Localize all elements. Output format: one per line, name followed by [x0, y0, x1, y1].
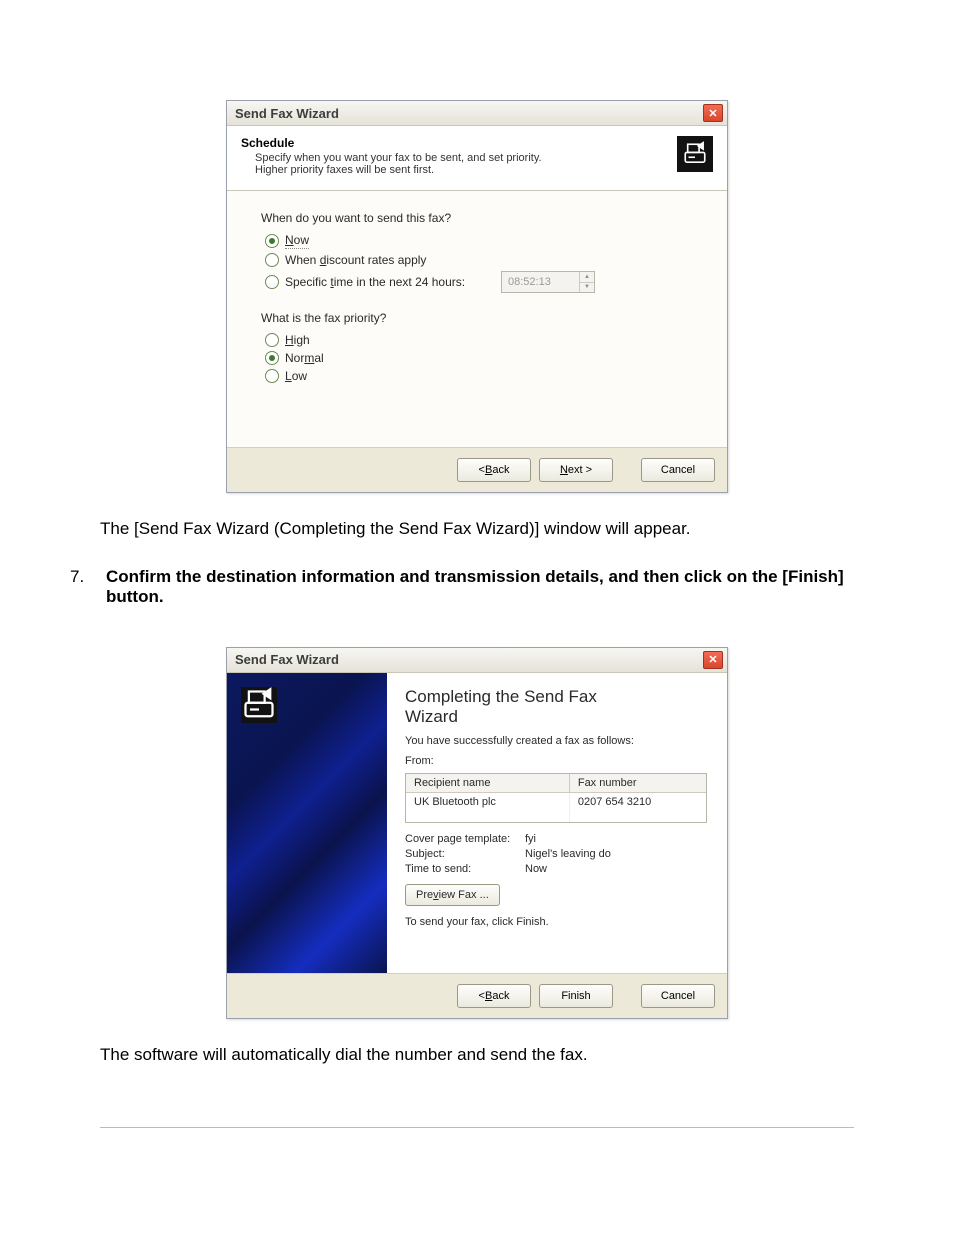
- time-to-send-row: Time to send: Now: [405, 863, 707, 875]
- page-rule: [100, 1127, 854, 1128]
- radio-specific-time[interactable]: Specific time in the next 24 hours: 08:5…: [265, 271, 595, 293]
- send-fax-wizard-complete-dialog: Send Fax Wizard ✕ Completing the Send Fa…: [226, 647, 728, 1019]
- paragraph-1: The [Send Fax Wizard (Completing the Sen…: [100, 517, 854, 541]
- radio-label-discount: When discount rates apply: [285, 253, 426, 267]
- header-title: Schedule: [241, 136, 542, 150]
- subject-row: Subject: Nigel's leaving do: [405, 848, 707, 860]
- completion-title: Completing the Send Fax Wizard: [405, 687, 707, 727]
- time-value: Now: [525, 863, 547, 875]
- radio-icon: [265, 333, 279, 347]
- header-subtitle-2: Higher priority faxes will be sent first…: [255, 164, 542, 176]
- fax-icon: [677, 136, 713, 172]
- from-label: From:: [405, 755, 707, 767]
- radio-high[interactable]: High: [265, 333, 693, 347]
- wizard-header: Schedule Specify when you want your fax …: [227, 126, 727, 191]
- radio-label-time: Specific time in the next 24 hours:: [285, 275, 465, 289]
- preview-fax-button[interactable]: Preview Fax ...: [405, 884, 500, 906]
- radio-label-low: Low: [285, 369, 307, 383]
- subject-value: Nigel's leaving do: [525, 848, 611, 860]
- back-button[interactable]: < Back: [457, 458, 531, 482]
- spin-down-icon[interactable]: ▼: [580, 282, 594, 293]
- radio-icon: [265, 369, 279, 383]
- radio-discount[interactable]: When discount rates apply: [265, 253, 693, 267]
- success-text: You have successfully created a fax as f…: [405, 735, 707, 747]
- wizard-side-panel: [227, 673, 387, 973]
- radio-icon: [265, 275, 279, 289]
- recipients-table: Recipient name Fax number UK Bluetooth p…: [405, 773, 707, 823]
- cancel-button[interactable]: Cancel: [641, 458, 715, 482]
- next-button[interactable]: Next >: [539, 458, 613, 482]
- cancel-button[interactable]: Cancel: [641, 984, 715, 1008]
- title-bar[interactable]: Send Fax Wizard ✕: [227, 648, 727, 673]
- fax-number: 0207 654 3210: [570, 793, 706, 822]
- radio-icon: [265, 234, 279, 248]
- subject-label: Subject:: [405, 848, 525, 860]
- header-subtitle-1: Specify when you want your fax to be sen…: [255, 152, 542, 164]
- title-bar[interactable]: Send Fax Wizard ✕: [227, 101, 727, 126]
- time-spinner[interactable]: 08:52:13 ▲ ▼: [501, 271, 595, 293]
- table-row[interactable]: UK Bluetooth plc 0207 654 3210: [406, 793, 706, 822]
- priority-question: What is the fax priority?: [261, 311, 693, 325]
- cover-value: fyi: [525, 833, 536, 845]
- radio-label-high: High: [285, 333, 310, 347]
- send-fax-wizard-schedule-dialog: Send Fax Wizard ✕ Schedule Specify when …: [226, 100, 728, 493]
- when-question: When do you want to send this fax?: [261, 211, 693, 225]
- step-7: 7. Confirm the destination information a…: [70, 567, 854, 607]
- radio-label-normal: Normal: [285, 351, 324, 365]
- cover-label: Cover page template:: [405, 833, 525, 845]
- radio-label-now: Now: [285, 233, 309, 249]
- back-button[interactable]: < Back: [457, 984, 531, 1008]
- finish-instruction: To send your fax, click Finish.: [405, 916, 707, 928]
- radio-low[interactable]: Low: [265, 369, 693, 383]
- fax-icon: [241, 687, 277, 723]
- cover-page-row: Cover page template: fyi: [405, 833, 707, 845]
- col-fax-header: Fax number: [570, 774, 706, 793]
- recipient-name: UK Bluetooth plc: [406, 793, 570, 822]
- spin-up-icon[interactable]: ▲: [580, 272, 594, 282]
- col-recipient-header: Recipient name: [406, 774, 570, 793]
- finish-button[interactable]: Finish: [539, 984, 613, 1008]
- dialog-title: Send Fax Wizard: [235, 106, 339, 121]
- radio-icon: [265, 351, 279, 365]
- close-icon[interactable]: ✕: [703, 104, 723, 122]
- radio-normal[interactable]: Normal: [265, 351, 693, 365]
- paragraph-2: The software will automatically dial the…: [100, 1043, 854, 1067]
- time-value: 08:52:13: [502, 272, 579, 292]
- close-icon[interactable]: ✕: [703, 651, 723, 669]
- dialog-title: Send Fax Wizard: [235, 652, 339, 667]
- radio-now[interactable]: Now: [265, 233, 693, 249]
- step-number: 7.: [70, 567, 92, 607]
- time-label: Time to send:: [405, 863, 525, 875]
- radio-icon: [265, 253, 279, 267]
- step-text: Confirm the destination information and …: [106, 567, 854, 607]
